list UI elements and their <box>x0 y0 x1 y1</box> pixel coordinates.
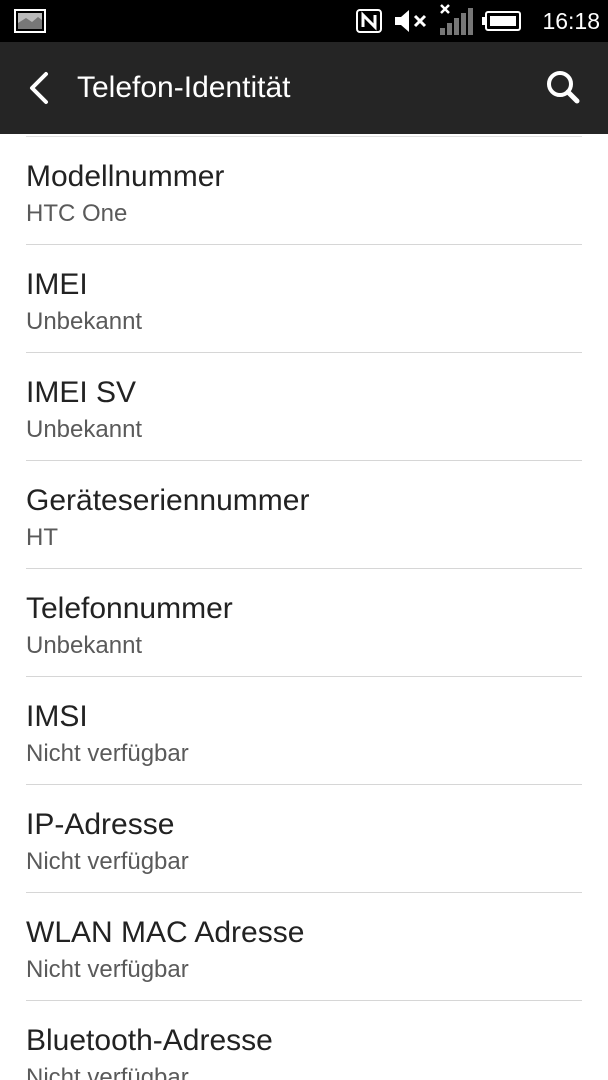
list-item-phone-number[interactable]: Telefonnummer Unbekannt <box>0 569 608 677</box>
item-title: Bluetooth-Adresse <box>26 1024 273 1057</box>
phone-identity-list[interactable]: Modellnummer HTC One IMEI Unbekannt IMEI… <box>0 134 608 1080</box>
nfc-icon <box>356 9 382 33</box>
item-value: Nicht verfügbar <box>26 1064 189 1080</box>
status-bar: 16:18 <box>0 0 608 42</box>
item-value: HTC One <box>26 200 128 227</box>
item-value: Nicht verfügbar <box>26 740 189 767</box>
search-icon <box>547 71 580 104</box>
page-title: Telefon-Identität <box>77 71 291 104</box>
item-title: Telefonnummer <box>26 592 233 625</box>
item-title: IP-Adresse <box>26 808 175 841</box>
list-item-imsi[interactable]: IMSI Nicht verfügbar <box>0 677 608 785</box>
list-item-model-number[interactable]: Modellnummer HTC One <box>0 137 608 245</box>
item-title: IMSI <box>26 700 88 733</box>
speaker-muted-icon <box>395 10 427 32</box>
status-time: 16:18 <box>542 8 600 34</box>
item-title: WLAN MAC Adresse <box>26 916 305 949</box>
item-value: HT <box>26 524 58 551</box>
list-item-bluetooth-address[interactable]: Bluetooth-Adresse Nicht verfügbar <box>0 1001 608 1080</box>
item-title: IMEI SV <box>26 376 137 409</box>
item-value: Unbekannt <box>26 308 143 335</box>
item-value: Nicht verfügbar <box>26 956 189 983</box>
list-item-serial-number[interactable]: Geräteseriennummer HT <box>0 461 608 569</box>
item-title: IMEI <box>26 268 88 301</box>
back-button[interactable] <box>14 62 64 114</box>
list-item-wlan-mac[interactable]: WLAN MAC Adresse Nicht verfügbar <box>0 893 608 1001</box>
app-bar: Telefon-Identität <box>0 42 608 134</box>
list-item-ip-address[interactable]: IP-Adresse Nicht verfügbar <box>0 785 608 893</box>
list-item-imei-sv[interactable]: IMEI SV Unbekannt <box>0 353 608 461</box>
item-value: Unbekannt <box>26 632 143 659</box>
back-chevron-icon <box>30 72 48 104</box>
no-signal-icon <box>440 4 473 35</box>
item-value: Unbekannt <box>26 416 143 443</box>
item-title: Geräteseriennummer <box>26 484 310 517</box>
search-button[interactable] <box>536 62 590 114</box>
list-item-imei[interactable]: IMEI Unbekannt <box>0 245 608 353</box>
item-title: Modellnummer <box>26 160 225 193</box>
item-value: Nicht verfügbar <box>26 848 189 875</box>
gallery-icon <box>14 9 46 33</box>
battery-icon <box>482 11 521 31</box>
